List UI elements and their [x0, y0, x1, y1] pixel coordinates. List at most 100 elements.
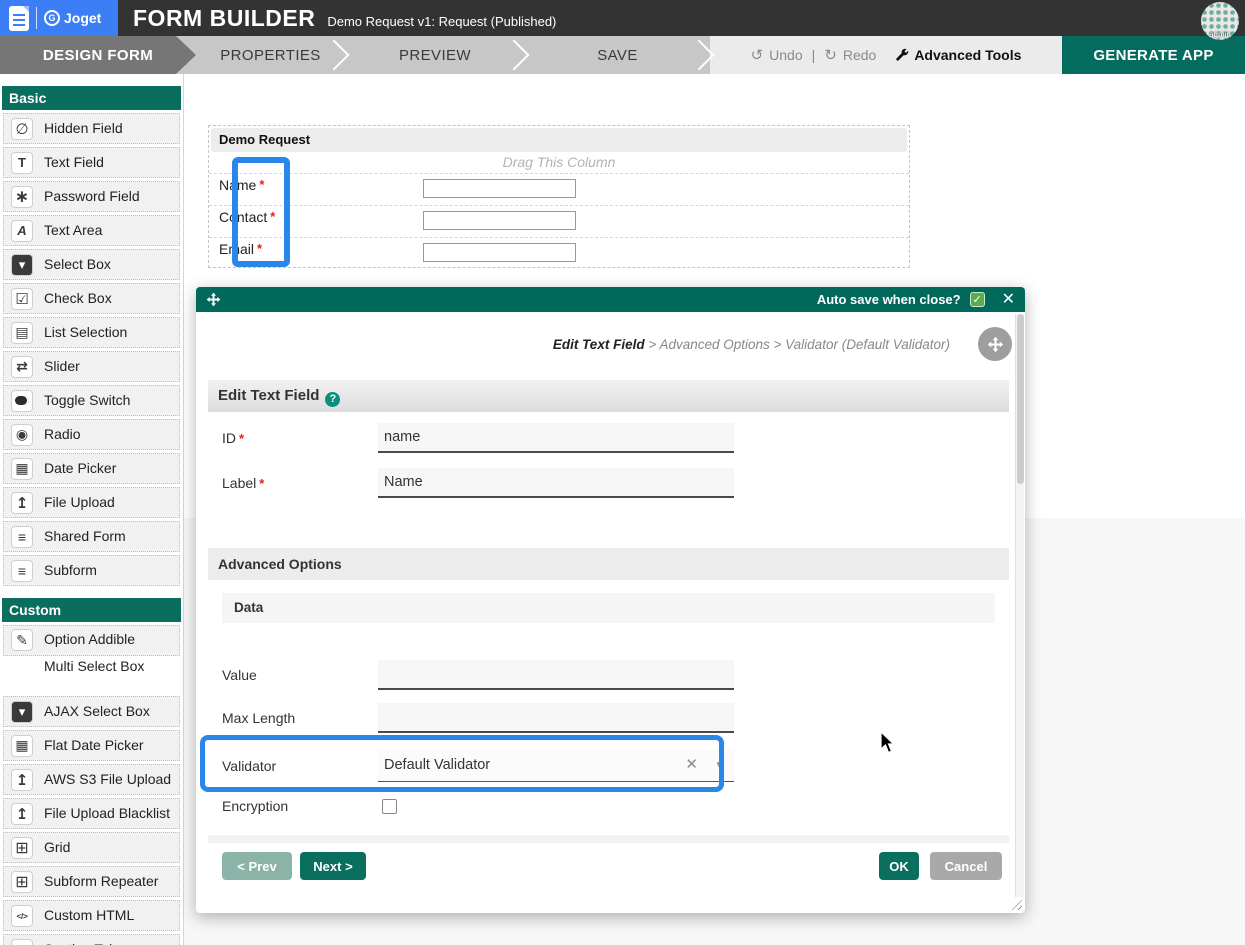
palette-item-section-tabs[interactable]: Section Tabs: [3, 934, 180, 945]
cancel-button[interactable]: Cancel: [930, 852, 1002, 880]
edit-text-field-dialog: Auto save when close? ✕ Edit Text Field …: [196, 287, 1025, 913]
redo-button[interactable]: Redo: [843, 47, 876, 63]
toggle-icon: [11, 389, 33, 412]
palette-item-subform-repeater[interactable]: Subform Repeater: [3, 866, 180, 897]
resize-grip[interactable]: [1009, 897, 1022, 910]
element-palette-sidebar: Basic Hidden Field Text Field Password F…: [0, 74, 184, 945]
generate-app-button[interactable]: GENERATE APP: [1062, 36, 1245, 74]
form-design-canvas: Demo Request Drag This Column Name * Con…: [208, 125, 910, 268]
close-icon[interactable]: ✕: [1002, 291, 1015, 308]
palette-item-file-upload[interactable]: File Upload: [3, 487, 180, 518]
palette-item-date-picker[interactable]: Date Picker: [3, 453, 180, 484]
document-logo-icon: [9, 5, 29, 31]
select-dropdown-icon: [11, 700, 33, 723]
joget-logo[interactable]: G Joget: [44, 10, 101, 26]
pencil-square-icon: [11, 629, 33, 651]
undo-button[interactable]: Undo: [769, 47, 802, 63]
select-dropdown-icon: [11, 253, 33, 276]
palette-item-shared-form[interactable]: Shared Form: [3, 521, 180, 552]
upload-icon: [11, 802, 33, 825]
drag-column-hint: Drag This Column: [502, 154, 616, 170]
palette-item-ajax-select-box[interactable]: AJAX Select Box: [3, 696, 180, 727]
advanced-tools-label: Advanced Tools: [914, 47, 1022, 63]
palette-item-subform[interactable]: Subform: [3, 555, 180, 586]
grid-icon: [11, 870, 33, 893]
form-section-title[interactable]: Demo Request: [211, 128, 907, 152]
palette-item-file-upload-blacklist[interactable]: File Upload Blacklist: [3, 798, 180, 829]
logo-block[interactable]: G Joget: [0, 0, 118, 36]
palette-item-hidden-field[interactable]: Hidden Field: [3, 113, 180, 144]
id-input[interactable]: [378, 423, 734, 453]
email-field-input[interactable]: [423, 243, 576, 262]
value-input[interactable]: [378, 660, 734, 690]
redo-icon: ↻: [824, 47, 837, 64]
grid-icon: [11, 836, 33, 859]
dialog-section-header: Edit Text Field?: [208, 380, 1009, 412]
form-builder-screen: G Joget FORM BUILDER Demo Request v1: Re…: [0, 0, 1245, 945]
name-field-input[interactable]: [423, 179, 576, 198]
palette-item-password-field[interactable]: Password Field: [3, 181, 180, 212]
text-field-icon: [11, 151, 33, 174]
chevron-down-icon[interactable]: ▾: [716, 750, 722, 780]
palette-item-custom-html[interactable]: Custom HTML: [3, 900, 180, 931]
palette-item-slider[interactable]: Slider: [3, 351, 180, 382]
asterisk-icon: [11, 185, 33, 208]
breadcrumb: Edit Text Field > Advanced Options > Val…: [553, 337, 950, 352]
next-button[interactable]: Next >: [300, 852, 366, 880]
title-area: FORM BUILDER Demo Request v1: Request (P…: [133, 5, 556, 32]
dialog-title-bar[interactable]: Auto save when close? ✕: [196, 287, 1025, 312]
breadcrumb-current[interactable]: Edit Text Field: [553, 337, 645, 352]
advanced-tools-button[interactable]: Advanced Tools: [894, 47, 1021, 63]
encryption-checkbox[interactable]: [382, 798, 397, 814]
toolbar-divider: |: [811, 47, 816, 63]
validator-select[interactable]: Default Validator ✕ ▾: [378, 750, 734, 782]
palette-item-check-box[interactable]: Check Box: [3, 283, 180, 314]
form-subtitle: Demo Request v1: Request (Published): [327, 13, 557, 29]
tab-design-form[interactable]: DESIGN FORM: [0, 36, 196, 74]
max-length-input[interactable]: [378, 703, 734, 733]
clear-icon[interactable]: ✕: [685, 750, 698, 780]
palette-item-list-selection[interactable]: List Selection: [3, 317, 180, 348]
logo-divider: [36, 7, 37, 29]
palette-item-toggle-switch[interactable]: Toggle Switch: [3, 385, 180, 416]
collapse-arrows-icon[interactable]: [978, 327, 1012, 361]
checkbox-icon: [11, 287, 33, 310]
autosave-checkbox[interactable]: [969, 292, 985, 307]
required-marker: *: [257, 241, 263, 256]
document-icon: [11, 525, 33, 548]
wrench-icon: [896, 48, 909, 61]
ok-button[interactable]: OK: [879, 852, 919, 880]
scrollbar-thumb[interactable]: [1017, 314, 1024, 484]
form-field-row-name[interactable]: Name *: [209, 173, 909, 205]
prev-button[interactable]: < Prev: [222, 852, 292, 880]
move-icon[interactable]: [206, 292, 221, 307]
palette-item-select-box[interactable]: Select Box: [3, 249, 180, 280]
palette-item-aws-s3-file-upload[interactable]: AWS S3 File Upload: [3, 764, 180, 795]
joget-circle-icon: G: [44, 10, 60, 26]
calendar-icon: [11, 734, 33, 757]
label-input[interactable]: [378, 468, 734, 498]
validator-row: Validator Default Validator ✕ ▾: [222, 750, 995, 782]
palette-item-text-field[interactable]: Text Field: [3, 147, 180, 178]
palette-item-radio[interactable]: Radio: [3, 419, 180, 450]
contact-field-input[interactable]: [423, 211, 576, 230]
required-marker: *: [259, 177, 265, 192]
required-marker: *: [239, 431, 245, 446]
app-title: FORM BUILDER: [133, 4, 316, 31]
form-field-row-email[interactable]: Email *: [209, 237, 909, 269]
palette-item-text-area[interactable]: Text Area: [3, 215, 180, 246]
calendar-icon: [11, 457, 33, 480]
upload-icon: [11, 768, 33, 791]
joget-logo-text: Joget: [64, 10, 102, 26]
palette-item-grid[interactable]: Grid: [3, 832, 180, 863]
form-field-row-contact[interactable]: Contact *: [209, 205, 909, 237]
user-avatar[interactable]: admin: [1201, 2, 1239, 40]
help-icon[interactable]: ?: [325, 391, 341, 407]
dialog-scrollbar[interactable]: [1015, 314, 1024, 897]
palette-item-flat-date-picker[interactable]: Flat Date Picker: [3, 730, 180, 761]
palette-item-option-addible-multi-select-box[interactable]: Option Addible Multi Select Box: [3, 625, 180, 674]
required-marker: *: [270, 209, 276, 224]
toolbar: ↺ Undo | ↻ Redo Advanced Tools: [710, 36, 1062, 74]
id-row: ID *: [222, 423, 995, 453]
tab-save[interactable]: SAVE: [525, 36, 710, 74]
